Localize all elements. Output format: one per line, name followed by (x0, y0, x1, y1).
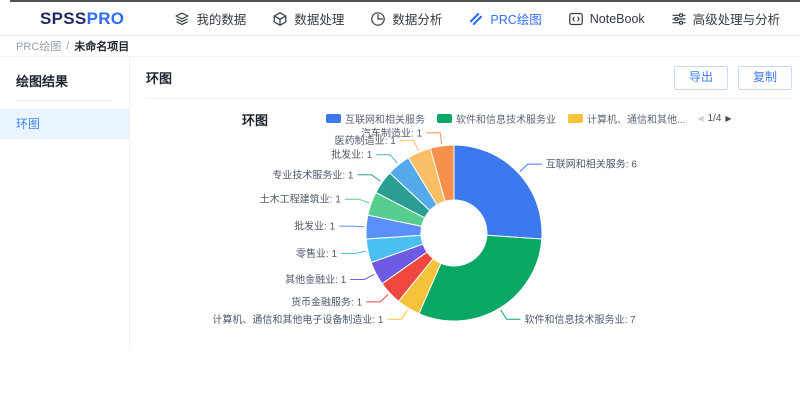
top-navbar: SPSSPRO 我的数据 数据处理 数据分析 PRC绘图 NoteBook 高级… (0, 0, 800, 36)
app-logo[interactable]: SPSSPRO (40, 9, 124, 29)
slice-label: 零售业: 1 (296, 247, 338, 260)
pie-chart-icon (370, 11, 386, 27)
slice-label: 货币金融服务: 1 (291, 295, 363, 308)
chart-region: 环图 互联网和相关服务 软件和信息技术服务业 计算机、通信和其他... ◀ 1/… (130, 99, 800, 349)
nav-item-label: 数据处理 (294, 9, 344, 28)
breadcrumb: PRC绘图 / 未命名项目 (0, 36, 800, 57)
main-panel: 环图 导出 复制 环图 互联网和相关服务 软件和信息技术服务业 计算机、通 (130, 57, 800, 349)
main-panel-header: 环图 导出 复制 (146, 57, 792, 99)
legend-pagination: ◀ 1/4 ▶ (697, 113, 731, 124)
layers-icon (174, 11, 190, 27)
nav-item-label: 高级处理与分析 (693, 9, 781, 28)
slice-leader-line (376, 154, 397, 163)
panel-title: 环图 (146, 68, 172, 87)
nav-menu: 我的数据 数据处理 数据分析 PRC绘图 NoteBook 高级处理与分析 PR… (174, 9, 800, 28)
slice-label: 互联网和相关服务: 6 (546, 157, 638, 170)
slice-leader-line (345, 199, 369, 203)
legend-swatch-icon (568, 114, 583, 123)
sidebar: 绘图结果 环图 (0, 57, 130, 349)
nav-item-label: NoteBook (590, 12, 645, 26)
cube-icon (272, 11, 288, 27)
chart-legend: 互联网和相关服务 软件和信息技术服务业 计算机、通信和其他... ◀ 1/4 ▶ (326, 111, 732, 126)
nav-item-data-processing[interactable]: 数据处理 (272, 9, 344, 28)
logo-text-pro: PRO (87, 9, 125, 28)
logo-text-spss: SPSS (40, 9, 87, 28)
code-icon (568, 11, 584, 27)
sliders-icon (671, 11, 687, 27)
content-area: 绘图结果 环图 环图 导出 复制 环图 互联网和相关服务 软件和信息技术服务业 (0, 57, 800, 349)
slice-leader-line (520, 164, 542, 172)
slice-leader-line (366, 294, 388, 302)
slice-leader-line (426, 132, 442, 143)
donut-chart[interactable]: 互联网和相关服务: 6 软件和信息技术服务业: 7 计算机、通信和其他电子设备制造业… (130, 99, 799, 359)
slice-label: 汽车制造业: 1 (361, 126, 423, 139)
slice-label: 计算机、通信和其他电子设备制造业: 1 (212, 312, 384, 325)
copy-button[interactable]: 复制 (738, 66, 792, 90)
slice-label: 批发业: 1 (331, 148, 373, 161)
nav-item-prc-plot[interactable]: PRC绘图 (468, 9, 541, 28)
export-button[interactable]: 导出 (674, 66, 728, 90)
legend-swatch-icon (437, 114, 452, 123)
nav-item-notebook[interactable]: NoteBook (568, 11, 645, 27)
chart-title: 环图 (242, 110, 268, 129)
nav-item-my-data[interactable]: 我的数据 (174, 9, 246, 28)
breadcrumb-current: 未命名项目 (74, 38, 129, 54)
donut-slice[interactable] (454, 145, 542, 239)
legend-next-icon[interactable]: ▶ (725, 114, 731, 123)
slice-leader-line (388, 309, 408, 318)
slice-label: 软件和信息技术服务业: 7 (525, 312, 637, 325)
slice-leader-line (358, 174, 381, 180)
legend-item-0[interactable]: 互联网和相关服务 (326, 111, 425, 126)
legend-page-indicator: 1/4 (708, 113, 722, 124)
nav-item-advanced-analysis[interactable]: 高级处理与分析 (671, 9, 781, 28)
legend-item-2[interactable]: 计算机、通信和其他... (568, 111, 685, 126)
slice-label: 其他金融业: 1 (285, 273, 347, 286)
slice-leader-line (341, 251, 366, 253)
slice-leader-line (501, 309, 521, 318)
legend-item-1[interactable]: 软件和信息技术服务业 (437, 111, 556, 126)
nav-item-data-analysis[interactable]: 数据分析 (370, 9, 442, 28)
legend-swatch-icon (326, 114, 341, 123)
legend-prev-icon[interactable]: ◀ (697, 114, 703, 123)
slice-leader-line (350, 274, 374, 279)
slice-label: 土木工程建筑业: 1 (260, 192, 342, 205)
header-buttons: 导出 复制 (674, 66, 792, 90)
sidebar-divider (16, 100, 113, 101)
donut-slice[interactable] (419, 235, 542, 321)
legend-label: 计算机、通信和其他... (587, 111, 685, 126)
slice-label: 批发业: 1 (294, 219, 336, 232)
sidebar-item-ring-chart[interactable]: 环图 (0, 109, 129, 139)
nav-item-label: PRC绘图 (490, 9, 541, 28)
sidebar-title: 绘图结果 (0, 69, 129, 100)
slice-leader-line (400, 140, 418, 150)
nav-item-label: 数据分析 (392, 9, 442, 28)
slice-leader-line (339, 226, 364, 227)
legend-label: 互联网和相关服务 (345, 111, 425, 126)
slice-label: 专业技术服务业: 1 (272, 168, 354, 181)
draw-icon (468, 11, 484, 27)
nav-item-label: 我的数据 (196, 9, 246, 28)
breadcrumb-parent[interactable]: PRC绘图 (16, 38, 61, 54)
window-top-edge (10, 0, 800, 2)
breadcrumb-separator: / (66, 40, 69, 52)
legend-label: 软件和信息技术服务业 (456, 111, 556, 126)
